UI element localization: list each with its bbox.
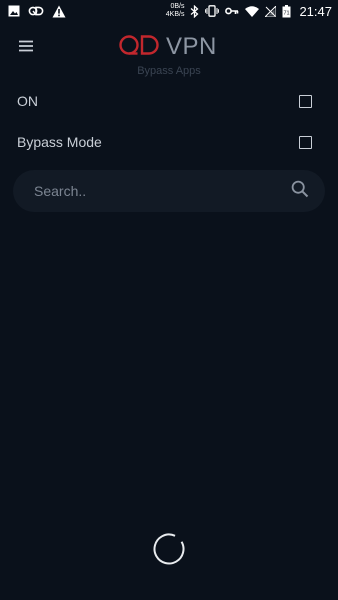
on-checkbox[interactable] xyxy=(299,94,312,108)
search-icon[interactable] xyxy=(291,180,309,203)
search-bar[interactable] xyxy=(13,170,325,212)
hamburger-menu-icon xyxy=(18,39,34,57)
signal-icon xyxy=(265,5,277,17)
page-subtitle: Bypass Apps xyxy=(137,65,201,77)
on-label: ON xyxy=(17,93,38,109)
battery-icon: 71 xyxy=(282,4,291,18)
app-logo: VPN xyxy=(118,33,217,61)
warning-icon xyxy=(52,5,66,18)
app-header: VPN Bypass Apps xyxy=(0,28,338,82)
net-down-speed: 4KB/s xyxy=(165,11,185,18)
bypass-mode-checkbox[interactable] xyxy=(299,135,312,149)
bypass-mode-row[interactable]: Bypass Mode xyxy=(0,127,338,157)
search-input[interactable] xyxy=(34,183,274,199)
logo-text: VPN xyxy=(166,33,217,60)
status-bar-right: 0B/s 4KB/s 71 21:47 xyxy=(166,3,332,19)
on-toggle-row[interactable]: ON xyxy=(0,86,338,116)
network-speed: 0B/s 4KB/s xyxy=(166,3,185,19)
bluetooth-icon xyxy=(190,4,199,18)
app-screen: 0B/s 4KB/s 71 21:47 VPN Bypass Apps ON B… xyxy=(0,0,338,600)
status-bar-left xyxy=(8,5,66,18)
qd-logo-icon xyxy=(118,33,162,62)
menu-button[interactable] xyxy=(10,34,42,62)
vibrate-icon xyxy=(205,5,220,17)
net-up-speed: 0B/s xyxy=(170,3,185,10)
battery-level: 71 xyxy=(284,10,290,16)
key-icon xyxy=(225,7,239,15)
loading-spinner xyxy=(152,532,186,566)
status-bar: 0B/s 4KB/s 71 21:47 xyxy=(0,0,338,22)
bypass-mode-label: Bypass Mode xyxy=(17,134,102,150)
image-icon xyxy=(8,5,20,17)
qd-notification-icon xyxy=(28,5,44,17)
wifi-icon xyxy=(245,5,260,17)
clock: 21:47 xyxy=(299,3,332,19)
